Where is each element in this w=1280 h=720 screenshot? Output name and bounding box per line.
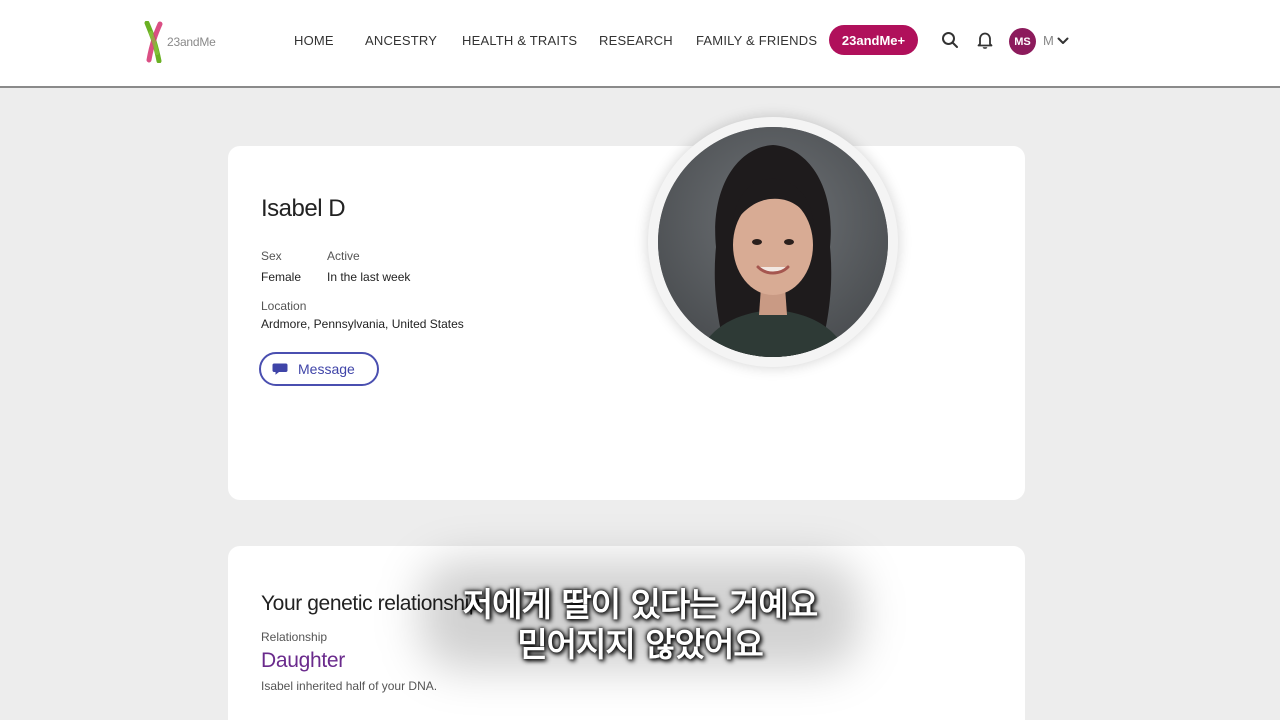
user-name[interactable]: M [1043,33,1054,48]
upgrade-plus-button[interactable]: 23andMe+ [829,25,918,55]
top-nav-bar: 23andMe HOME ANCESTRY HEALTH & TRAITS RE… [0,0,1280,88]
subtitle-line-2: 믿어지지 않았어요 [517,625,763,664]
nav-family-friends[interactable]: FAMILY & FRIENDS [696,33,817,48]
brand-logo[interactable]: 23andMe [143,20,233,64]
profile-card: Isabel D Sex Female Active In the last w… [228,146,1025,500]
profile-photo-frame [648,117,898,367]
user-avatar[interactable]: MS [1009,28,1036,55]
relationship-description: Isabel inherited half of your DNA. [261,679,438,693]
profile-photo [658,127,888,357]
logo-x-icon [144,21,163,63]
sex-value: Female [261,270,302,284]
nav-home[interactable]: HOME [294,33,334,48]
sex-label: Sex [261,249,282,263]
search-icon[interactable] [940,30,960,50]
chevron-down-icon[interactable] [1056,34,1070,48]
location-value: Ardmore, Pennsylvania, United States [261,317,464,331]
nav-ancestry[interactable]: ANCESTRY [365,33,437,48]
message-button-label: Message [298,361,355,377]
chat-bubble-icon [272,363,288,375]
notifications-bell-icon[interactable] [975,30,995,50]
active-value: In the last week [327,270,411,284]
profile-name: Isabel D [261,195,346,222]
active-label: Active [327,249,360,263]
logo-text: 23andMe [167,35,216,49]
nav-research[interactable]: RESEARCH [599,33,673,48]
location-label: Location [261,299,307,313]
message-button[interactable]: Message [259,352,379,386]
nav-health-traits[interactable]: HEALTH & TRAITS [462,33,577,48]
